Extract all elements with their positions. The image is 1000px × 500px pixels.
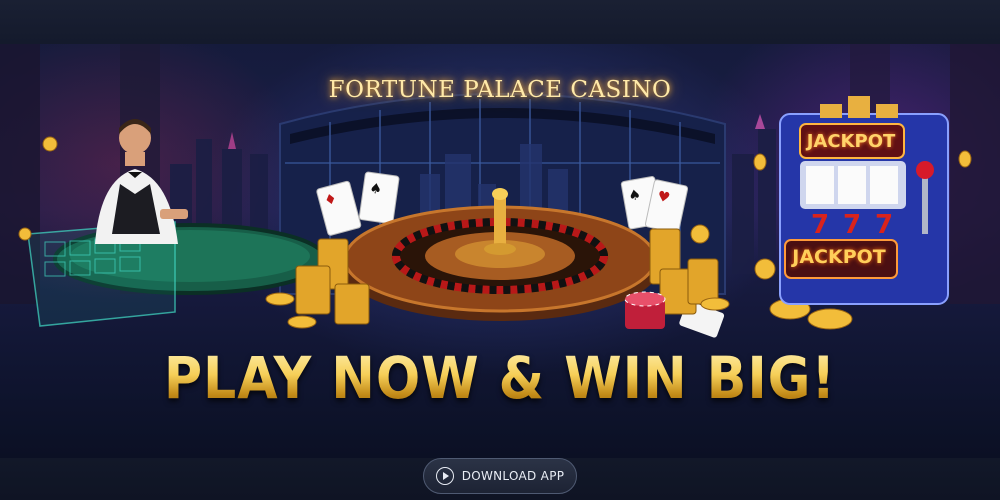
casino-name-sign: FORTUNE PALACE CASINO bbox=[328, 77, 672, 103]
slot-reel-3: 7 bbox=[874, 210, 894, 240]
play-circle-icon bbox=[435, 467, 454, 485]
slot-machine bbox=[779, 96, 949, 305]
slot-reel-1: 7 bbox=[810, 210, 830, 240]
top-bar bbox=[0, 0, 1000, 44]
slot-jackpot-top-label: JACKPOT bbox=[806, 131, 896, 152]
headline: PLAY NOW & WIN BIG! bbox=[50, 344, 950, 412]
slot-jackpot-bottom-label: JACKPOT bbox=[792, 246, 886, 268]
download-app-button[interactable]: DOWNLOAD APP bbox=[423, 458, 577, 494]
svg-text:♠: ♠ bbox=[368, 180, 383, 198]
download-app-label: DOWNLOAD APP bbox=[461, 469, 565, 483]
slot-reel-2: 7 bbox=[842, 210, 862, 240]
promo-banner: ♦ ♠ ♠ ♥ FORTUNE PALACE CASINO JACKPOT 7 … bbox=[0, 44, 1000, 458]
poker-chips bbox=[624, 291, 666, 329]
